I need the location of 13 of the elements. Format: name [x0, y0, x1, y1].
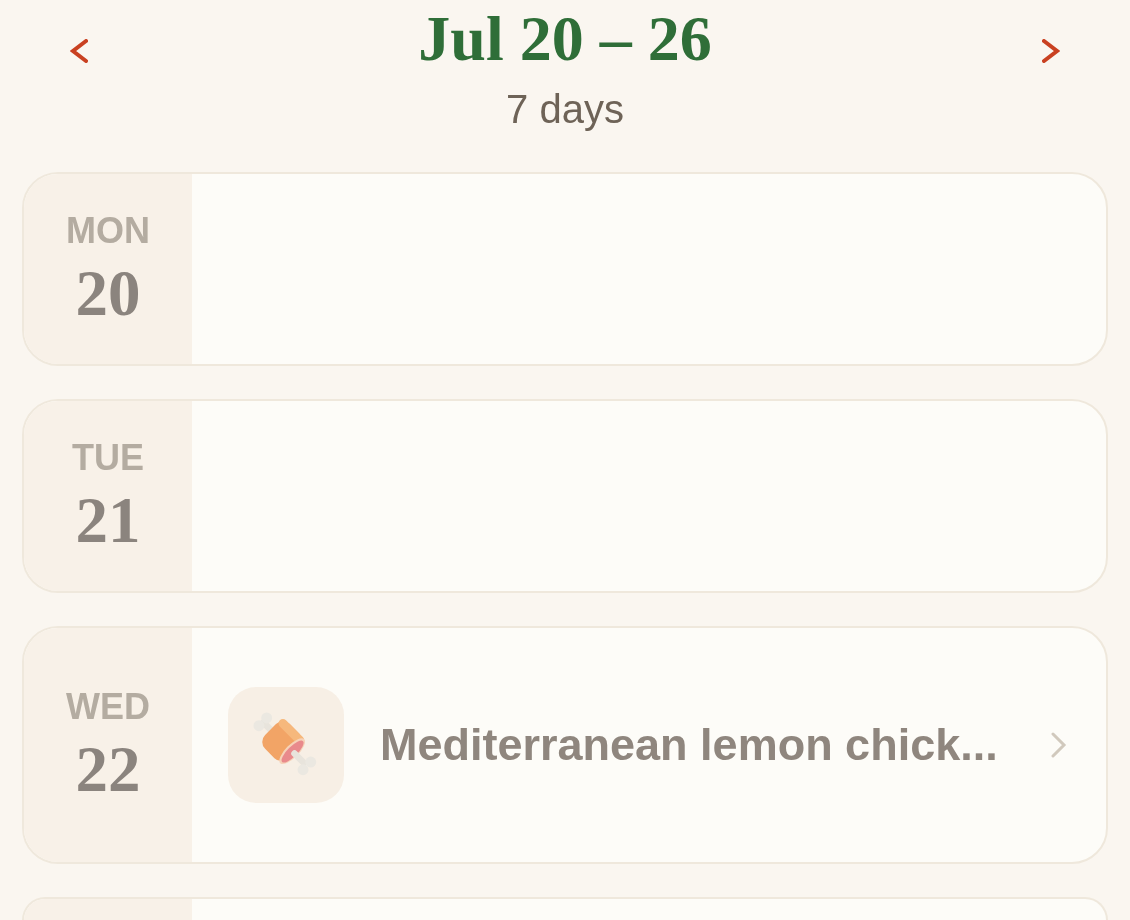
meat-on-bone-icon	[228, 687, 344, 803]
date-number: 22	[75, 736, 141, 802]
date-number: 21	[75, 487, 141, 553]
chevron-right-icon	[1042, 39, 1060, 63]
meal-item[interactable]: Mediterranean lemon chick...	[228, 687, 1067, 803]
week-title: Jul 20 – 26	[417, 7, 713, 71]
date-number: 20	[75, 260, 141, 326]
chevron-right-icon	[1051, 732, 1067, 758]
day-count: 7 days	[505, 86, 625, 133]
chevron-left-icon	[70, 39, 88, 63]
weekday-label: WED	[66, 688, 150, 725]
weekday-label: TUE	[72, 439, 144, 476]
weekday-label: MON	[66, 212, 150, 249]
